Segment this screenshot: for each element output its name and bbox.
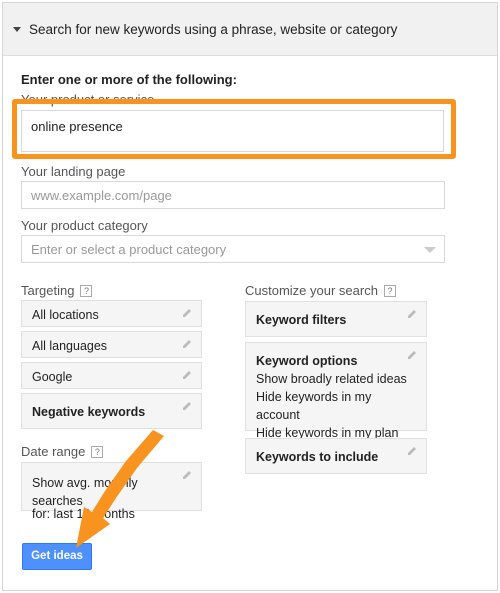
pencil-icon[interactable] [181,338,193,350]
landing-label: Your landing page [21,164,126,179]
dropdown-icon[interactable] [424,247,436,253]
targeting-languages[interactable]: All languages [21,331,202,358]
pencil-icon[interactable] [406,308,418,320]
category-label: Your product category [21,218,148,233]
targeting-label-text: Targeting [21,283,75,298]
keywords-to-include-text: Keywords to include [256,450,379,464]
negative-keywords-text: Negative keywords [32,405,146,419]
date-range-line2: for: last 12 months [32,507,135,521]
targeting-network[interactable]: Google [21,362,202,389]
keyword-filters[interactable]: Keyword filters [245,301,427,337]
get-ideas-button[interactable]: Get ideas [22,543,92,570]
keyword-options-title: Keyword options [256,354,358,368]
help-icon[interactable]: ? [80,285,93,297]
section-title: Search for new keywords using a phrase, … [29,21,398,37]
network-text: Google [32,370,73,384]
languages-text: All languages [32,339,108,353]
locations-text: All locations [32,308,99,322]
option-broadly-related: Show broadly related ideas [256,372,407,386]
date-range-label: Date range? [21,444,104,459]
help-icon[interactable]: ? [383,285,396,297]
pencil-icon[interactable] [181,400,193,412]
keywords-to-include[interactable]: Keywords to include [245,438,427,474]
highlight-box [12,99,456,159]
customize-label-text: Customize your search [245,283,378,298]
caret-down-icon[interactable] [13,26,21,32]
landing-page-input[interactable]: www.example.com/page [21,181,445,209]
pencil-icon[interactable] [181,307,193,319]
help-icon[interactable]: ? [91,446,104,458]
pencil-icon[interactable] [181,369,193,381]
keyword-options[interactable]: Keyword options Show broadly related ide… [245,342,427,440]
customize-label: Customize your search? [245,283,396,298]
date-range-label-text: Date range [21,444,86,459]
pencil-icon[interactable] [406,445,418,457]
keyword-filters-text: Keyword filters [256,313,347,327]
negative-keywords[interactable]: Negative keywords [21,393,202,429]
option-hide-account: Hide keywords in my account [256,390,372,422]
pencil-icon[interactable] [406,349,418,361]
targeting-locations[interactable]: All locations [21,300,202,327]
category-placeholder: Enter or select a product category [31,242,227,257]
targeting-label: Targeting? [21,283,93,298]
section-header[interactable]: Search for new keywords using a phrase, … [3,3,497,56]
form-intro: Enter one or more of the following: [21,72,237,87]
date-range-tile[interactable]: Show avg. monthly searches for: last 12 … [21,462,202,521]
category-select[interactable]: Enter or select a product category [21,235,445,263]
pencil-icon[interactable] [181,469,193,481]
